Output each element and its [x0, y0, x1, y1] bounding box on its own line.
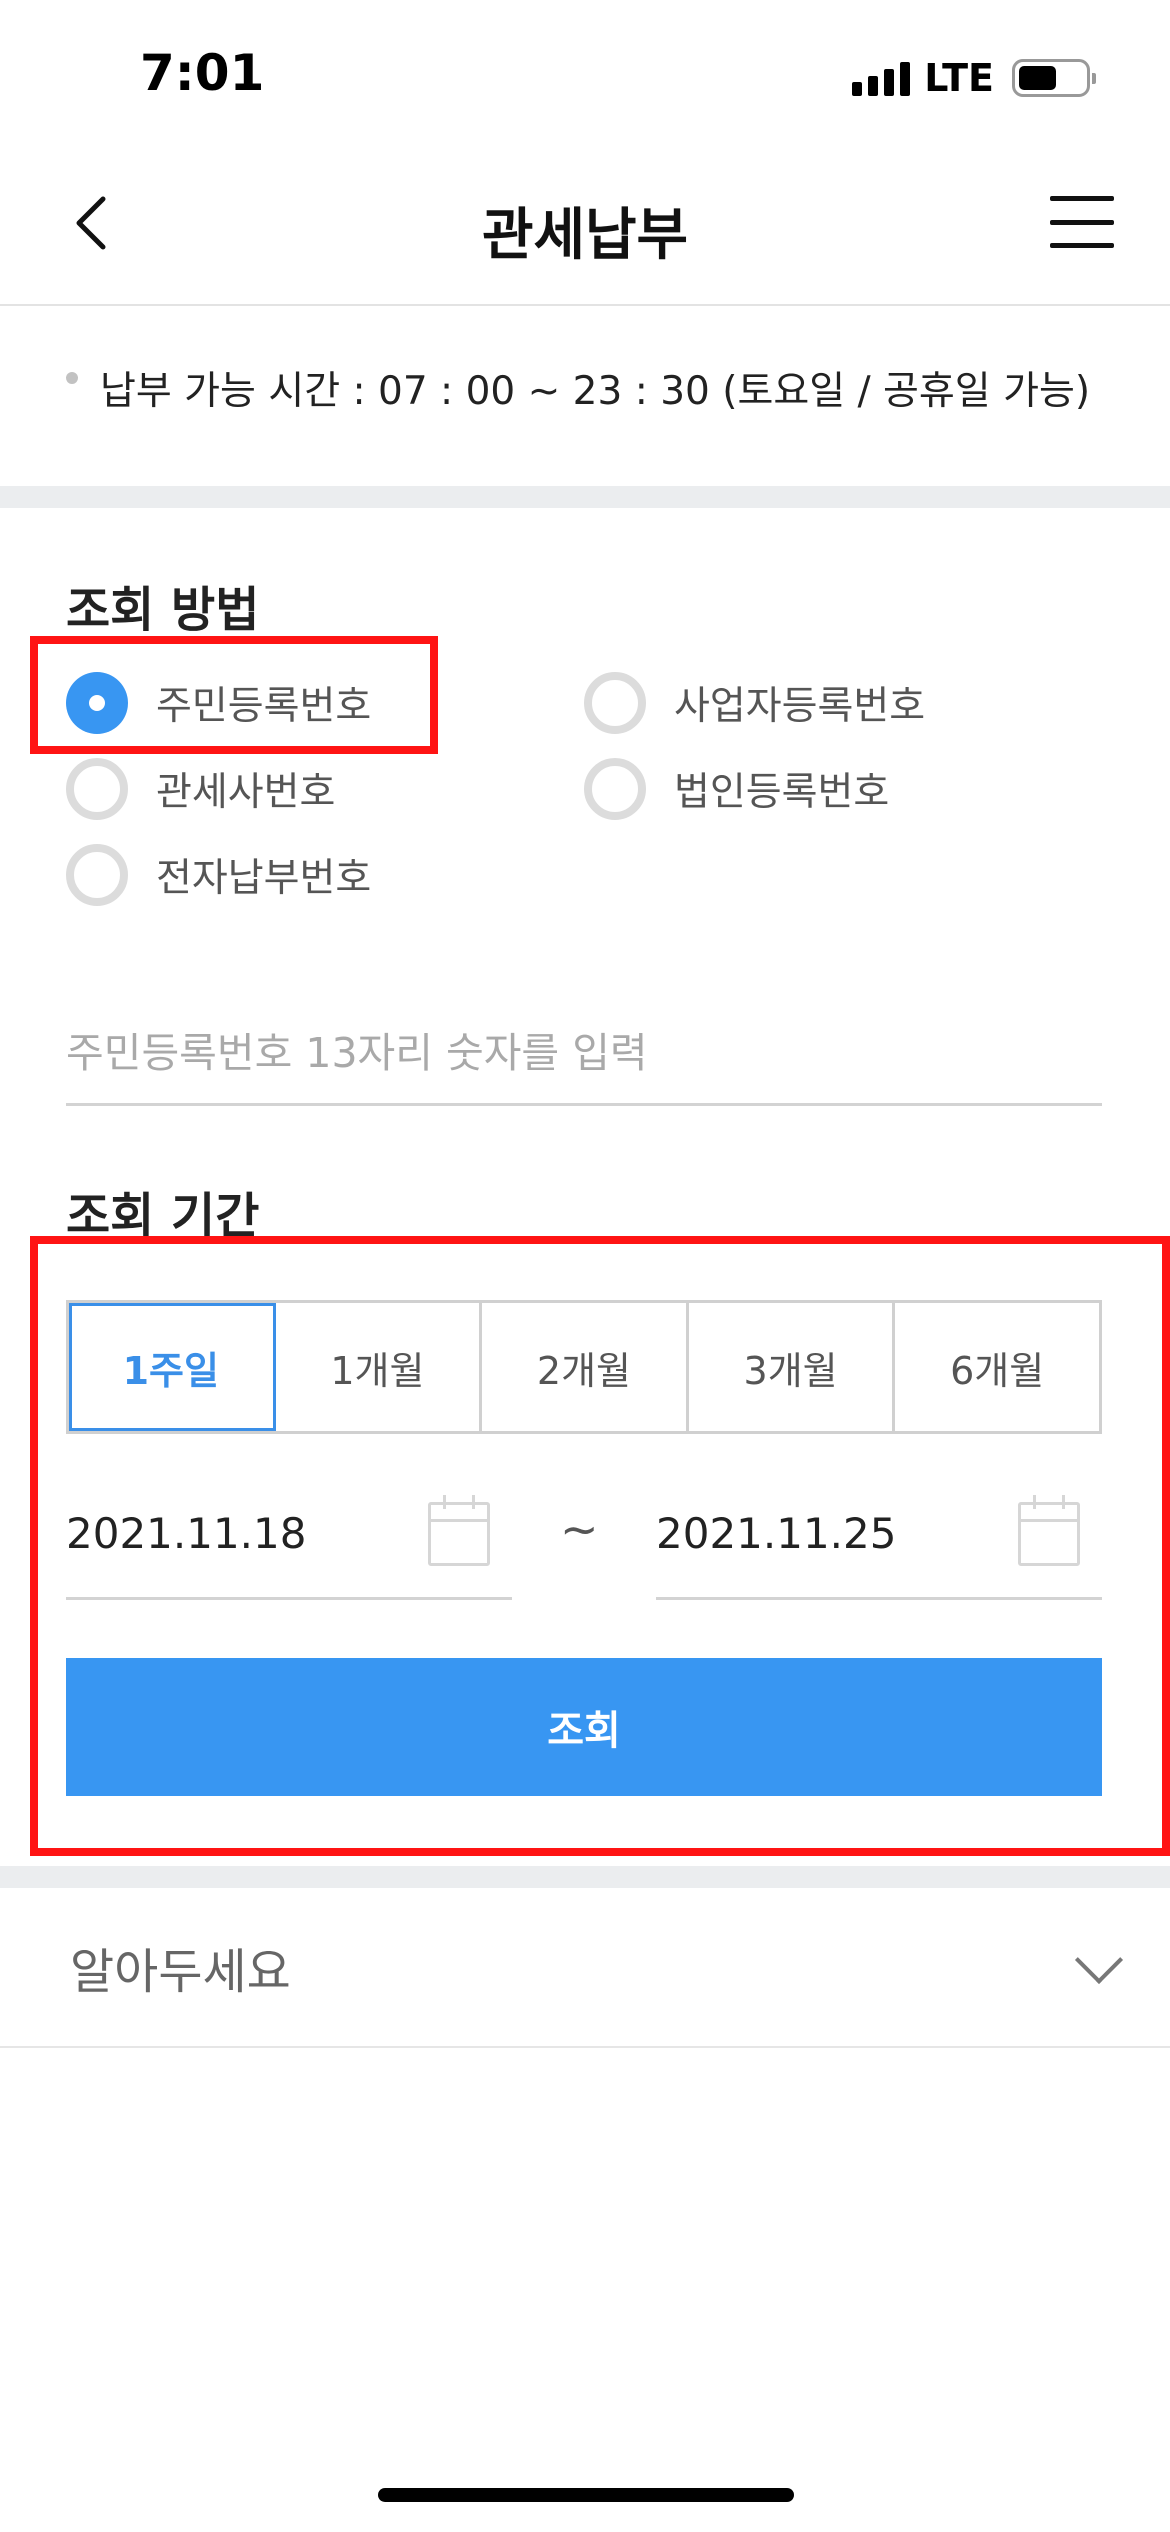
status-bar: 7:01 LTE	[0, 0, 1170, 150]
notes-accordion[interactable]: 알아두세요	[0, 1888, 1170, 2048]
calendar-icon[interactable]	[428, 1494, 490, 1566]
radio-electronic-payment-number[interactable]: 전자납부번호	[66, 840, 371, 910]
radio-label: 관세사번호	[156, 770, 336, 815]
page-title: 관세납부	[481, 203, 689, 268]
accordion-label: 알아두세요	[70, 1944, 291, 2000]
radio-label: 전자납부번호	[156, 856, 372, 901]
notice-text: 납부 가능 시간 : 07 : 00 ~ 23 : 30 (토요일 / 공휴일 …	[100, 369, 1091, 414]
radio-selected-icon	[66, 672, 128, 734]
radio-resident-number[interactable]: 주민등록번호	[66, 668, 371, 738]
battery-icon	[1012, 59, 1096, 97]
chevron-down-icon	[1074, 1935, 1124, 1985]
radio-business-number[interactable]: 사업자등록번호	[584, 668, 925, 738]
end-date-field[interactable]: 2021.11.25	[656, 1470, 1102, 1600]
tab-6-months[interactable]: 6개월	[895, 1303, 1099, 1431]
calendar-icon[interactable]	[1018, 1494, 1080, 1566]
status-indicators: LTE	[852, 56, 1096, 100]
start-date-value: 2021.11.18	[66, 1509, 307, 1558]
tab-2-months[interactable]: 2개월	[482, 1303, 689, 1431]
home-indicator[interactable]	[378, 2488, 794, 2502]
radio-label: 사업자등록번호	[674, 684, 926, 729]
lookup-method-title: 조회 방법	[66, 582, 260, 638]
network-label: LTE	[924, 56, 994, 100]
section-divider	[0, 1866, 1170, 1888]
tab-1-week[interactable]: 1주일	[69, 1303, 276, 1431]
bullet-icon	[66, 372, 78, 384]
radio-unselected-icon	[66, 844, 128, 906]
date-range-separator: ~	[560, 1502, 599, 1556]
menu-icon	[1050, 196, 1114, 201]
app-header: 관세납부	[0, 150, 1170, 306]
start-date-field[interactable]: 2021.11.18	[66, 1470, 512, 1600]
period-tabs: 1주일 1개월 2개월 3개월 6개월	[66, 1300, 1102, 1434]
section-divider	[0, 486, 1170, 508]
signal-icon	[852, 60, 911, 96]
resident-number-input[interactable]	[66, 1002, 1102, 1106]
radio-corporate-number[interactable]: 법인등록번호	[584, 754, 889, 824]
status-time: 7:01	[140, 44, 265, 102]
radio-unselected-icon	[584, 758, 646, 820]
radio-unselected-icon	[584, 672, 646, 734]
menu-button[interactable]	[1050, 196, 1114, 248]
tab-1-month[interactable]: 1개월	[275, 1303, 483, 1431]
radio-unselected-icon	[66, 758, 128, 820]
search-button[interactable]: 조회	[66, 1658, 1102, 1796]
tab-3-months[interactable]: 3개월	[688, 1303, 896, 1431]
radio-customs-broker-number[interactable]: 관세사번호	[66, 754, 335, 824]
end-date-value: 2021.11.25	[656, 1509, 897, 1558]
payment-hours-notice: 납부 가능 시간 : 07 : 00 ~ 23 : 30 (토요일 / 공휴일 …	[66, 360, 1116, 416]
radio-label: 법인등록번호	[674, 770, 890, 815]
radio-label: 주민등록번호	[156, 684, 372, 729]
